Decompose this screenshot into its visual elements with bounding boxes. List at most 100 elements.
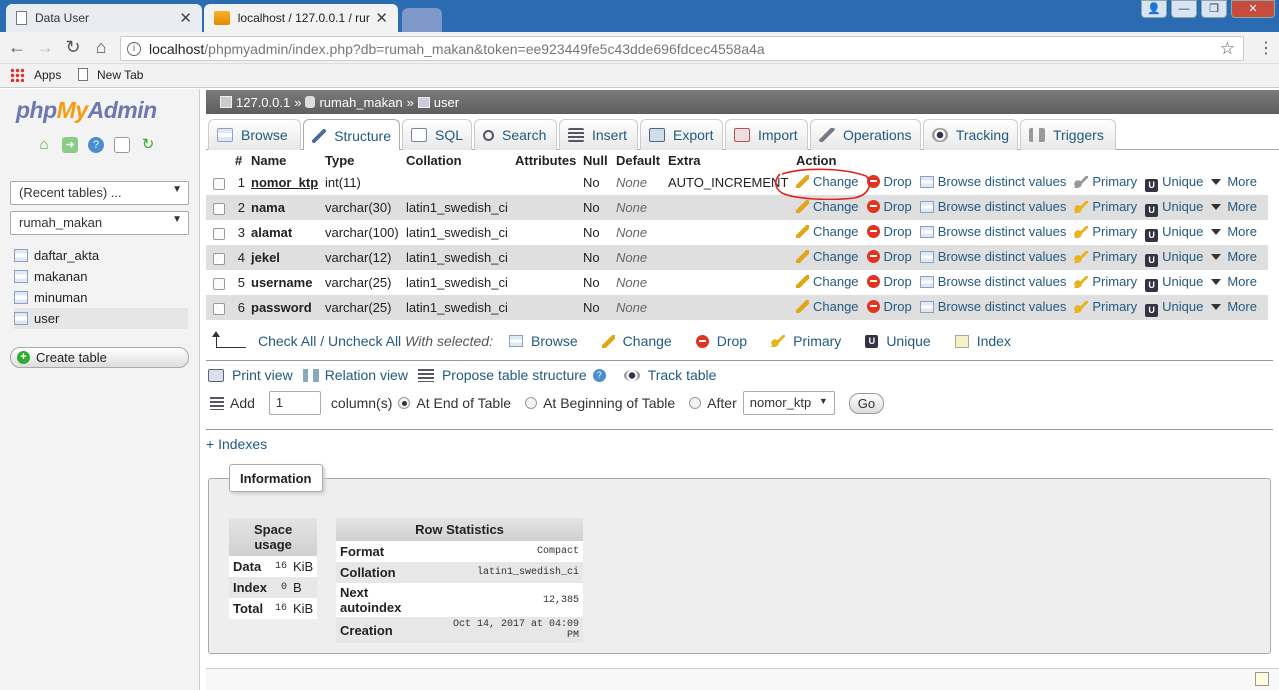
tab-export[interactable]: Export — [640, 119, 723, 150]
at-beginning-label[interactable]: At Beginning of Table — [543, 395, 675, 411]
minimize-icon[interactable]: — — [1171, 0, 1197, 18]
more-dropdown[interactable]: More — [1211, 249, 1257, 264]
primary-action[interactable]: Primary — [1074, 299, 1137, 314]
browse-distinct-action[interactable]: Browse distinct values — [919, 224, 1066, 239]
primary-action[interactable]: Primary — [1074, 199, 1137, 214]
bulk-index-button[interactable]: Index — [954, 333, 1011, 349]
row-checkbox[interactable] — [213, 252, 225, 265]
browser-tab-phpmyadmin[interactable]: localhost / 127.0.0.1 / rur ✕ — [204, 4, 398, 32]
tab-browse[interactable]: Browse — [208, 119, 301, 150]
new-tab-button[interactable] — [402, 8, 442, 32]
bookmark-new-tab[interactable]: New Tab — [97, 68, 143, 82]
browser-tab-data-user[interactable]: Data User ✕ — [6, 4, 202, 32]
sidebar-table-item[interactable]: minuman — [14, 287, 188, 308]
browse-distinct-action[interactable]: Browse distinct values — [919, 299, 1066, 314]
more-dropdown[interactable]: More — [1211, 224, 1257, 239]
primary-action[interactable]: Primary — [1074, 274, 1137, 289]
more-dropdown[interactable]: More — [1211, 199, 1257, 214]
tab-search[interactable]: Search — [474, 119, 557, 150]
tab-sql[interactable]: SQL — [402, 119, 472, 150]
row-checkbox[interactable] — [213, 302, 225, 315]
drop-action[interactable]: Drop — [866, 224, 912, 239]
at-end-radio[interactable] — [398, 397, 411, 409]
forward-icon[interactable]: → — [34, 37, 56, 58]
drop-action[interactable]: Drop — [866, 174, 912, 189]
browse-distinct-action[interactable]: Browse distinct values — [919, 249, 1066, 264]
sidebar-table-item[interactable]: daftar_akta — [14, 245, 188, 266]
maximize-icon[interactable]: ❐ — [1201, 0, 1227, 18]
sidebar-table-item[interactable]: user — [14, 308, 188, 329]
primary-action[interactable]: Primary — [1074, 224, 1137, 239]
after-field-select[interactable]: nomor_ktp ▼ — [742, 391, 835, 415]
drop-action[interactable]: Drop — [866, 274, 912, 289]
tab-operations[interactable]: Operations — [810, 119, 921, 150]
breadcrumb-database[interactable]: rumah_makan — [319, 95, 402, 110]
unique-action[interactable]: U Unique — [1145, 224, 1203, 242]
propose-structure-link[interactable]: Propose table structure? — [417, 367, 610, 383]
home-icon[interactable]: ⌂ — [36, 137, 52, 153]
unique-action[interactable]: U Unique — [1145, 249, 1203, 267]
bulk-primary-button[interactable]: Primary — [771, 333, 841, 349]
bulk-browse-button[interactable]: Browse — [508, 333, 578, 349]
create-table-button[interactable]: + Create table — [10, 347, 189, 368]
after-radio[interactable] — [689, 397, 702, 409]
sidebar-table-item[interactable]: makanan — [14, 266, 188, 287]
unique-action[interactable]: U Unique — [1145, 274, 1203, 292]
unique-action[interactable]: U Unique — [1145, 174, 1203, 192]
help-icon[interactable]: ? — [88, 137, 104, 153]
at-end-label[interactable]: At End of Table — [416, 395, 511, 411]
back-icon[interactable]: ← — [6, 37, 28, 58]
at-beginning-radio[interactable] — [525, 397, 538, 409]
close-tab-icon[interactable]: ✕ — [375, 9, 388, 27]
close-window-icon[interactable]: ✕ — [1231, 0, 1275, 18]
check-all-link[interactable]: Check All / Uncheck All — [258, 333, 401, 349]
go-button[interactable]: Go — [848, 392, 885, 414]
unique-action[interactable]: U Unique — [1145, 299, 1203, 317]
help-icon[interactable]: ? — [592, 368, 606, 382]
change-action[interactable]: Change — [796, 299, 859, 314]
drop-action[interactable]: Drop — [866, 299, 912, 314]
change-action[interactable]: Change — [796, 274, 859, 289]
after-label[interactable]: After — [707, 395, 737, 411]
primary-action[interactable]: Primary — [1074, 174, 1137, 189]
change-action[interactable]: Change — [796, 224, 859, 239]
field-name[interactable]: nomor_ktp — [251, 175, 318, 190]
browse-distinct-action[interactable]: Browse distinct values — [919, 199, 1066, 214]
refresh-icon[interactable]: ↻ — [140, 137, 156, 153]
print-view-link[interactable]: Print view — [208, 367, 293, 383]
more-dropdown[interactable]: More — [1211, 274, 1257, 289]
breadcrumb-server[interactable]: 127.0.0.1 — [236, 95, 290, 110]
change-action[interactable]: Change — [796, 199, 859, 214]
relation-view-link[interactable]: Relation view — [302, 367, 408, 383]
more-dropdown[interactable]: More — [1211, 174, 1257, 189]
bookmark-apps[interactable]: Apps — [34, 68, 61, 82]
indexes-toggle-link[interactable]: + Indexes — [206, 436, 267, 452]
row-checkbox[interactable] — [213, 202, 225, 215]
tab-structure[interactable]: Structure — [303, 119, 400, 152]
database-select[interactable]: rumah_makan ▼ — [10, 211, 189, 235]
bulk-change-button[interactable]: Change — [601, 333, 672, 349]
tab-tracking[interactable]: Tracking — [923, 119, 1018, 150]
menu-icon[interactable]: ⋮ — [1258, 38, 1274, 58]
bulk-drop-button[interactable]: Drop — [695, 333, 747, 349]
column-count-input[interactable]: 1 — [268, 391, 321, 415]
bookmark-star-icon[interactable]: ☆ — [1220, 39, 1235, 59]
tab-triggers[interactable]: Triggers — [1020, 119, 1116, 150]
info-icon[interactable]: i — [127, 41, 141, 56]
console-icon[interactable] — [1255, 672, 1269, 686]
docs-icon[interactable] — [114, 137, 130, 153]
drop-action[interactable]: Drop — [866, 249, 912, 264]
drop-action[interactable]: Drop — [866, 199, 912, 214]
logout-icon[interactable]: ➜ — [62, 137, 78, 153]
home-icon[interactable]: ⌂ — [90, 37, 112, 58]
more-dropdown[interactable]: More — [1211, 299, 1257, 314]
reload-icon[interactable]: ↻ — [62, 37, 84, 58]
change-action[interactable]: Change — [796, 249, 859, 264]
url-input[interactable]: i localhost/phpmyadmin/index.php?db=ruma… — [120, 36, 1244, 61]
row-checkbox[interactable] — [213, 277, 225, 290]
tab-insert[interactable]: Insert — [559, 119, 638, 150]
primary-action[interactable]: Primary — [1074, 249, 1137, 264]
close-tab-icon[interactable]: ✕ — [179, 9, 192, 27]
track-table-link[interactable]: Track table — [623, 367, 716, 383]
row-checkbox[interactable] — [213, 227, 225, 240]
